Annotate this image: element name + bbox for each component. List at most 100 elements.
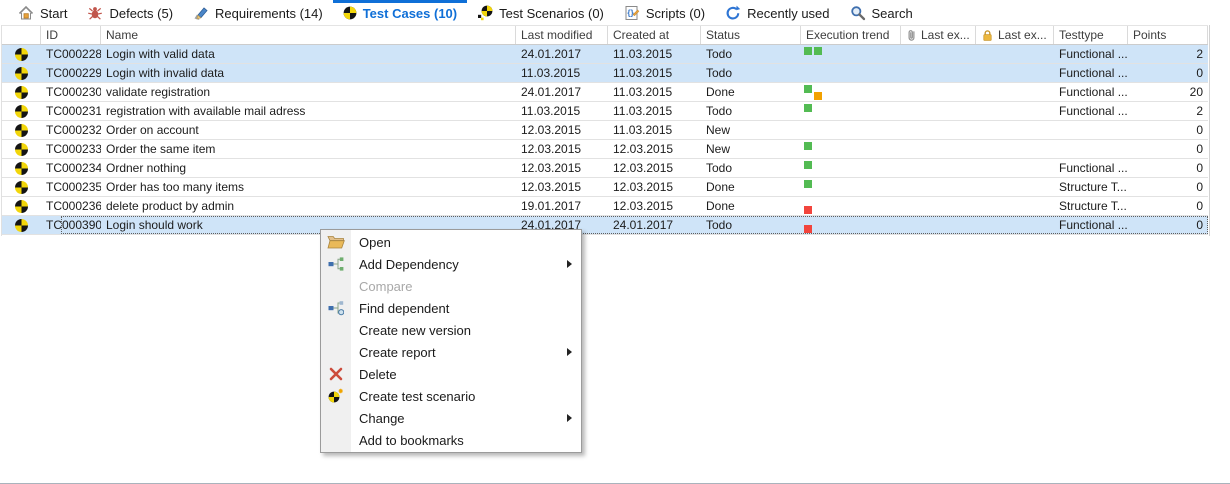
trend-failed-square [804, 206, 812, 214]
cell-type-icon [1, 102, 41, 120]
context-menu-item-delete[interactable]: Delete [321, 363, 581, 385]
cell-status: Done [701, 197, 801, 215]
cell-name: validate registration [101, 83, 516, 101]
column-header-name[interactable]: Name [101, 26, 516, 44]
toolbar-tab-scripts-0[interactable]: {} Scripts (0) [614, 0, 715, 26]
toolbar-tab-requirements-14[interactable]: Requirements (14) [183, 0, 333, 26]
column-header-testtype[interactable]: Testtype [1054, 26, 1128, 44]
cell-name: Login with valid data [101, 45, 516, 63]
trend-passed-square [804, 142, 812, 150]
toolbar-tab-test-cases-10[interactable]: Test Cases (10) [333, 0, 467, 26]
table-row[interactable]: TC000230 validate registration 24.01.201… [1, 83, 1208, 102]
context-menu-item-open[interactable]: Open [321, 231, 581, 253]
context-menu-item-find-dependent[interactable]: Find dependent [321, 297, 581, 319]
cell-last-exec-attachment [901, 102, 976, 120]
cell-last-modified: 24.01.2017 [516, 45, 608, 63]
toolbar-tab-label: Test Scenarios (0) [499, 6, 604, 21]
cell-created-at: 11.03.2015 [608, 45, 701, 63]
toolbar-tab-label: Requirements (14) [215, 6, 323, 21]
context-menu-item-add-dependency[interactable]: Add Dependency [321, 253, 581, 275]
cell-execution-trend [801, 178, 901, 196]
table-row[interactable]: TC000390 Login should work 24.01.2017 24… [1, 216, 1208, 235]
cell-type-icon [1, 159, 41, 177]
context-menu-item-create-new-version[interactable]: Create new version [321, 319, 581, 341]
cell-last-exec-locked [976, 216, 1054, 234]
column-header-trend[interactable]: Execution trend [801, 26, 901, 44]
column-header-last-exec-attachment[interactable]: Last ex... [901, 26, 976, 44]
cell-execution-trend [801, 83, 901, 101]
table-row[interactable]: TC000231 registration with available mai… [1, 102, 1208, 121]
table-row[interactable]: TC000228 Login with valid data 24.01.201… [1, 45, 1208, 64]
cell-testtype: Functional ... [1054, 216, 1128, 234]
table-row[interactable]: TC000229 Login with invalid data 11.03.2… [1, 64, 1208, 83]
cell-testtype: Functional ... [1054, 83, 1128, 101]
home-icon [18, 5, 34, 21]
cell-points: 0 [1128, 64, 1208, 82]
cell-created-at: 12.03.2015 [608, 178, 701, 196]
context-menu-item-create-report[interactable]: Create report [321, 341, 581, 363]
cell-last-modified: 12.03.2015 [516, 140, 608, 158]
cell-status: Done [701, 83, 801, 101]
context-menu-item-add-to-bookmarks[interactable]: Add to bookmarks [321, 429, 581, 451]
cell-id: TC000390 [41, 216, 101, 234]
test-case-icon [15, 124, 28, 137]
cell-status: Todo [701, 216, 801, 234]
cell-last-modified: 12.03.2015 [516, 178, 608, 196]
cell-last-modified: 24.01.2017 [516, 83, 608, 101]
cell-type-icon [1, 121, 41, 139]
toolbar-tab-label: Start [40, 6, 67, 21]
table-row[interactable]: TC000232 Order on account 12.03.2015 11.… [1, 121, 1208, 140]
table-header-row: ID Name Last modified Created at Status … [1, 25, 1208, 45]
column-header-created-at[interactable]: Created at [608, 26, 701, 44]
cell-type-icon [1, 45, 41, 63]
table-row[interactable]: TC000233 Order the same item 12.03.2015 … [1, 140, 1208, 159]
context-menu-item-label: Compare [351, 279, 412, 294]
context-menu-item-compare: Compare [321, 275, 581, 297]
context-menu-item-label: Create new version [351, 323, 471, 338]
cell-testtype: Structure T... [1054, 178, 1128, 196]
cell-points: 0 [1128, 121, 1208, 139]
column-header-last-exec-locked[interactable]: Last ex... [976, 26, 1054, 44]
column-header-label: Last ex... [921, 28, 970, 42]
toolbar-tab-search[interactable]: Search [840, 0, 923, 26]
cell-type-icon [1, 197, 41, 215]
test-case-icon [15, 67, 28, 80]
add-dependency-icon [321, 256, 351, 272]
column-header-id[interactable]: ID [41, 26, 101, 44]
column-header-icon[interactable] [1, 26, 41, 44]
cell-testtype [1054, 121, 1128, 139]
submenu-arrow-icon [567, 414, 572, 422]
context-menu-item-change[interactable]: Change [321, 407, 581, 429]
toolbar-tab-defects-5[interactable]: Defects (5) [77, 0, 183, 26]
cell-last-exec-attachment [901, 159, 976, 177]
column-header-points[interactable]: Points [1128, 26, 1208, 44]
create-test-scenario-icon [321, 388, 351, 404]
cell-last-modified: 12.03.2015 [516, 159, 608, 177]
cell-testtype [1054, 140, 1128, 158]
cell-id: TC000233 [41, 140, 101, 158]
cell-created-at: 12.03.2015 [608, 140, 701, 158]
table-row[interactable]: TC000235 Order has too many items 12.03.… [1, 178, 1208, 197]
cell-last-exec-attachment [901, 64, 976, 82]
history-icon [725, 5, 741, 21]
cell-created-at: 24.01.2017 [608, 216, 701, 234]
column-header-status[interactable]: Status [701, 26, 801, 44]
column-header-label: Name [106, 28, 138, 42]
table-row[interactable]: TC000234 Ordner nothing 12.03.2015 12.03… [1, 159, 1208, 178]
cell-last-exec-locked [976, 45, 1054, 63]
cell-points: 0 [1128, 197, 1208, 215]
cell-created-at: 12.03.2015 [608, 159, 701, 177]
toolbar-tab-test-scenarios-0[interactable]: Test Scenarios (0) [467, 0, 614, 26]
paperclip-icon [906, 28, 917, 43]
cell-last-exec-locked [976, 159, 1054, 177]
cell-execution-trend [801, 121, 901, 139]
test-case-icon [15, 181, 28, 194]
toolbar-tab-recently-used[interactable]: Recently used [715, 0, 839, 26]
cell-execution-trend [801, 159, 901, 177]
context-menu-item-create-test-scenario[interactable]: Create test scenario [321, 385, 581, 407]
table-row[interactable]: TC000236 delete product by admin 19.01.2… [1, 197, 1208, 216]
cell-points: 0 [1128, 216, 1208, 234]
toolbar-tab-start[interactable]: Start [8, 0, 77, 26]
column-header-last-modified[interactable]: Last modified [516, 26, 608, 44]
cell-name: delete product by admin [101, 197, 516, 215]
